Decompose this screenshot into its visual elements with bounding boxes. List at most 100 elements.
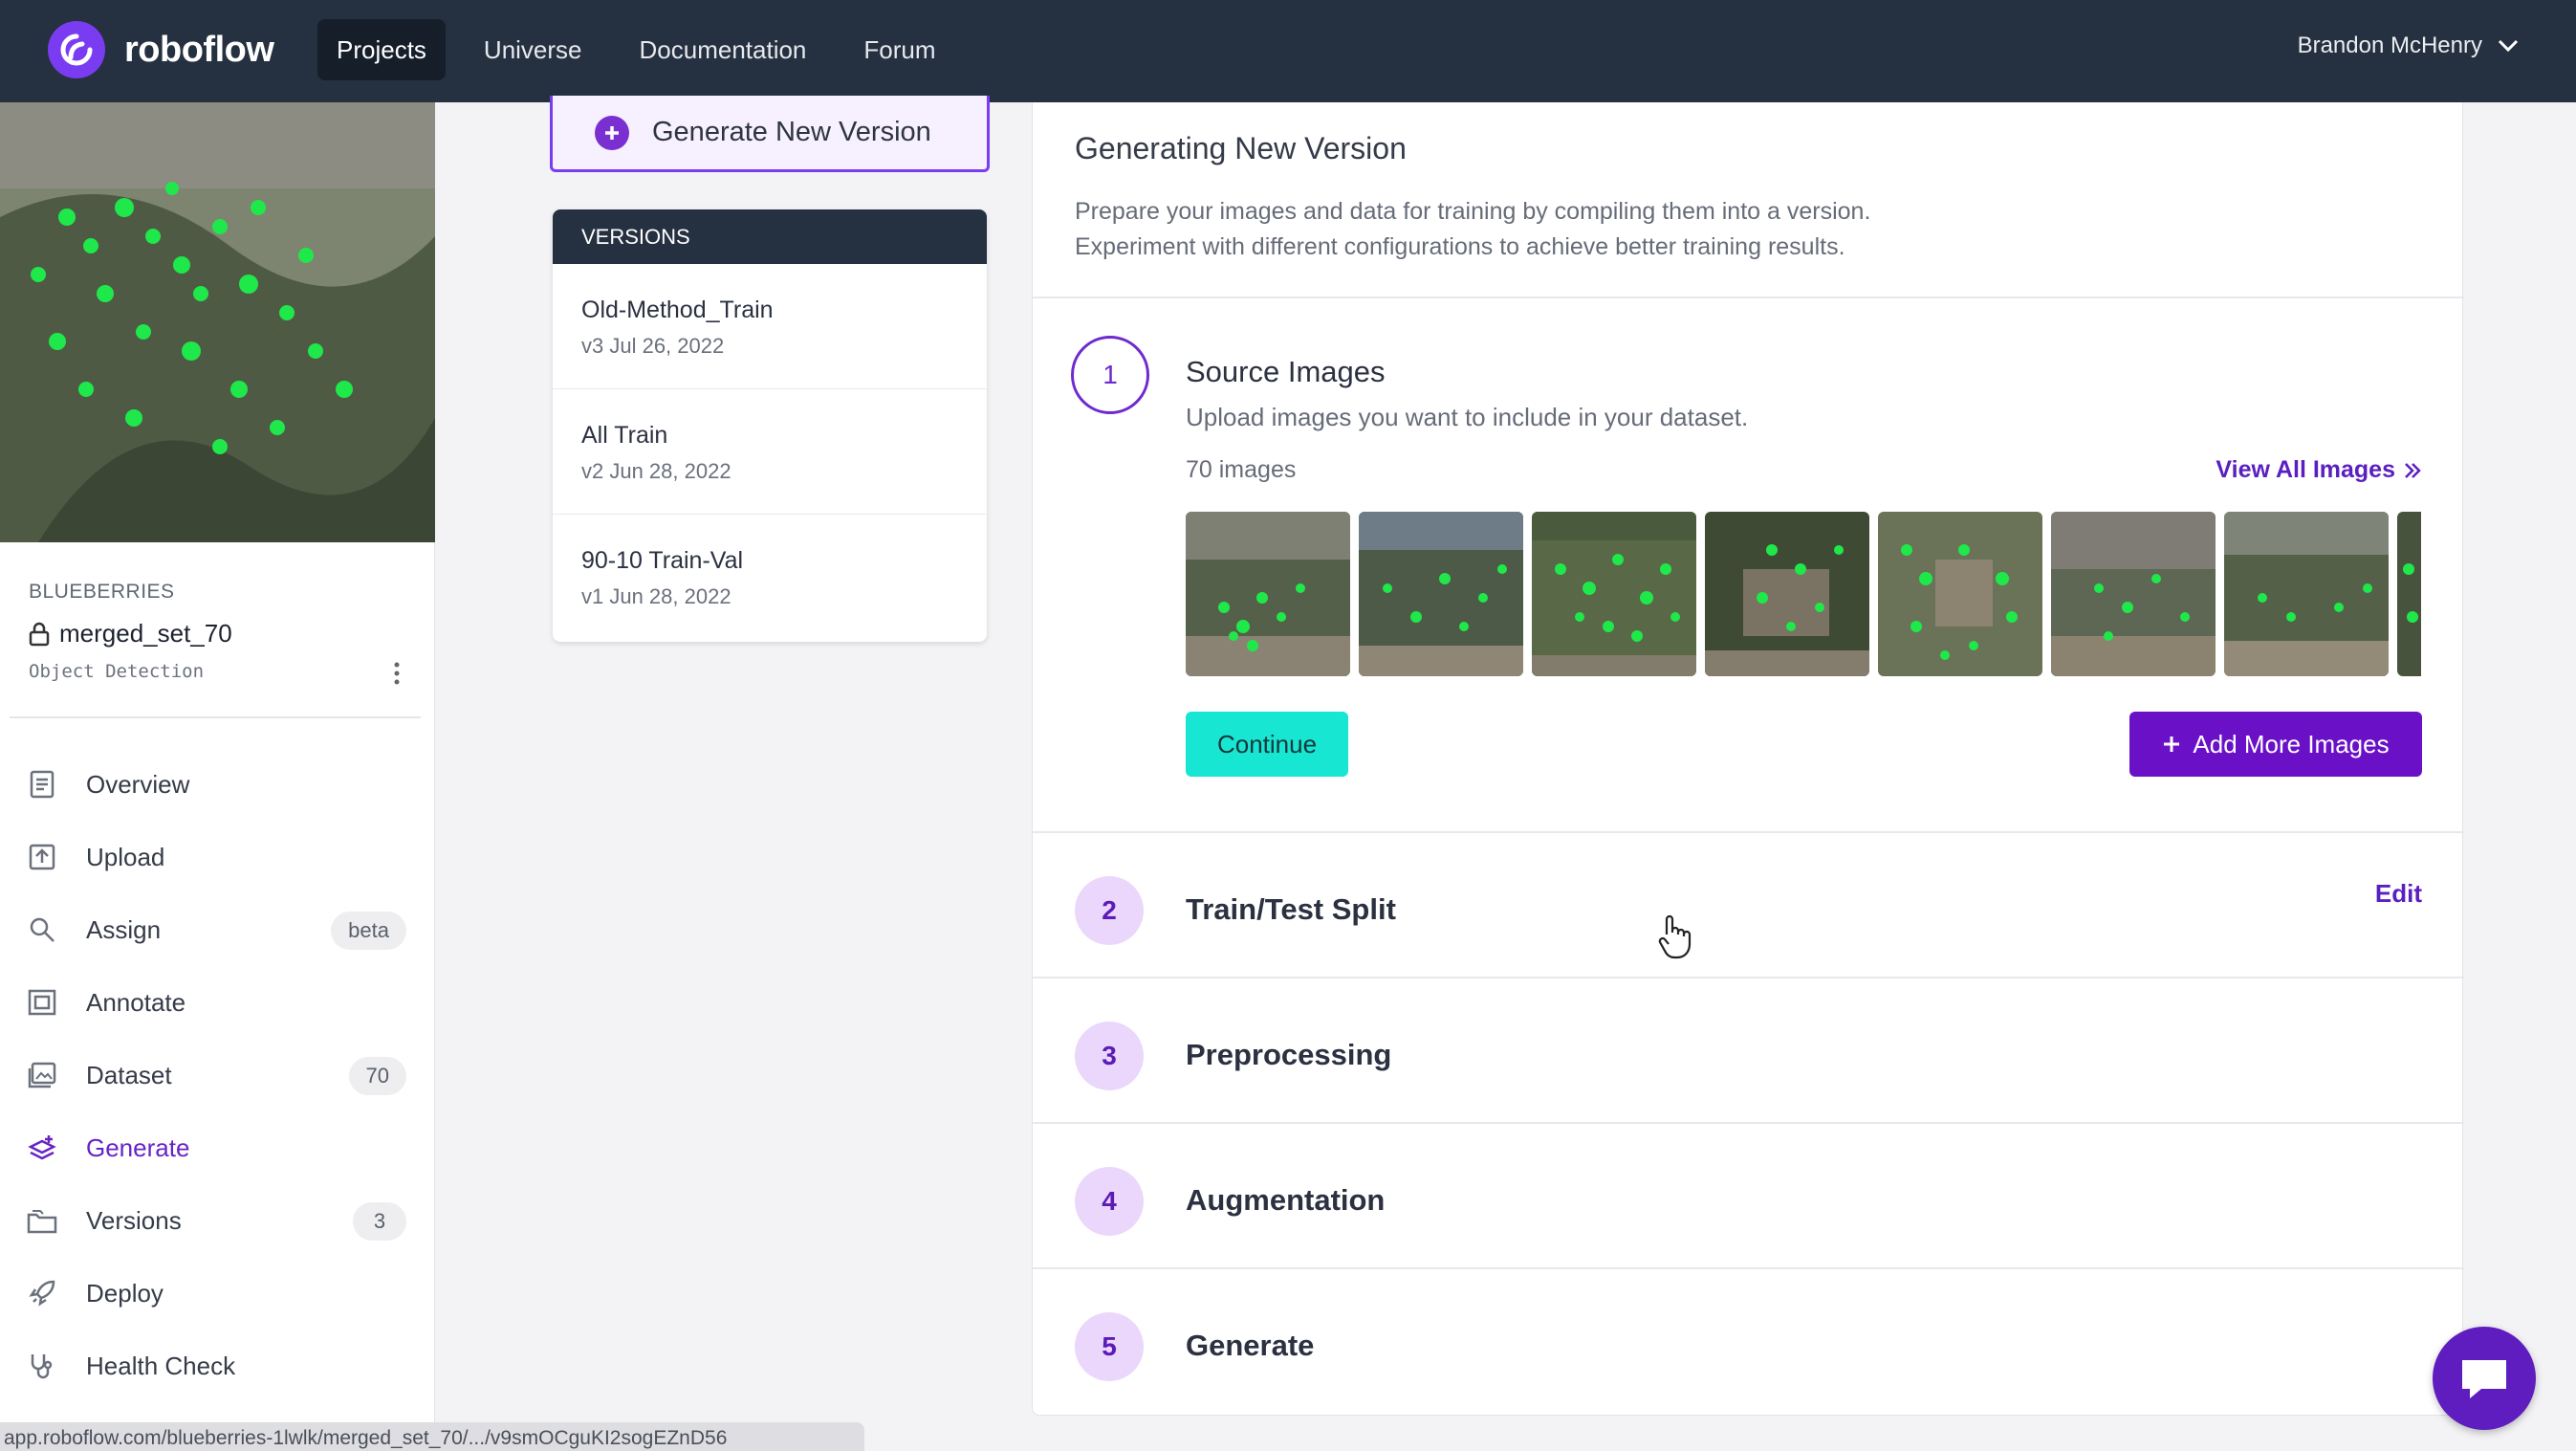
description-line-2: Experiment with different configurations… (1075, 233, 1845, 260)
version-name: All Train (581, 422, 668, 449)
generate-version-panel: Generating New Version Prepare your imag… (1032, 102, 2464, 1416)
step-4-title[interactable]: Augmentation (1186, 1183, 1385, 1218)
project-thumbnail (0, 102, 435, 542)
project-category: BLUEBERRIES (29, 581, 175, 603)
generate-icon (27, 1132, 57, 1163)
step-5-title[interactable]: Generate (1186, 1329, 1314, 1363)
chevron-down-icon (2498, 39, 2519, 53)
image-thumbnail[interactable] (2397, 512, 2421, 676)
sidebar-item-label: Versions (86, 1205, 182, 1235)
project-name: merged_set_70 (59, 619, 232, 648)
image-thumbnail[interactable] (2224, 512, 2389, 676)
step-1-title: Source Images (1186, 355, 1386, 388)
sidebar-item-label: Health Check (86, 1351, 236, 1380)
search-icon (27, 914, 57, 945)
section-divider (1033, 297, 2464, 298)
continue-button[interactable]: Continue (1186, 712, 1348, 777)
sidebar-item-upload[interactable]: Upload (0, 821, 435, 893)
sidebar-item-label: Overview (86, 769, 190, 799)
roboflow-logo[interactable]: roboflow (48, 21, 274, 78)
image-thumbnail[interactable] (1186, 512, 1350, 676)
roboflow-logo-icon (48, 21, 105, 78)
top-navbar: roboflow Projects Universe Documentation… (0, 0, 2576, 102)
version-item-v1[interactable]: 90-10 Train-Val v1 Jun 28, 2022 (553, 515, 987, 640)
step-1-circle: 1 (1071, 336, 1149, 414)
view-all-images-link[interactable]: View All Images (2216, 456, 2422, 484)
versions-count-badge: 3 (353, 1202, 406, 1241)
plus-icon (2164, 736, 2180, 752)
version-item-v2[interactable]: All Train v2 Jun 28, 2022 (553, 389, 987, 515)
step-5-circle: 5 (1075, 1312, 1144, 1381)
section-divider (1033, 1267, 2464, 1269)
version-item-v3[interactable]: Old-Method_Train v3 Jul 26, 2022 (553, 264, 987, 389)
dataset-count-badge: 70 (348, 1057, 406, 1095)
image-count: 70 images (1186, 456, 1297, 483)
dataset-icon (27, 1060, 57, 1090)
lock-icon (29, 622, 50, 646)
sidebar-item-annotate[interactable]: Annotate (0, 966, 435, 1039)
nav-forum[interactable]: Forum (844, 19, 954, 80)
image-thumbnail[interactable] (2051, 512, 2216, 676)
stethoscope-icon (27, 1351, 57, 1381)
project-name-row: merged_set_70 (29, 619, 232, 649)
sidebar-item-label: Deploy (86, 1278, 164, 1308)
hand-cursor-icon (1657, 913, 1695, 966)
sidebar-item-versions[interactable]: Versions 3 (0, 1184, 435, 1257)
sidebar-item-label: Dataset (86, 1060, 172, 1089)
version-meta: v3 Jul 26, 2022 (581, 334, 725, 358)
project-sidebar: BLUEBERRIES merged_set_70 Object Detecti… (0, 102, 435, 1451)
page-title: Generating New Version (1075, 131, 1407, 165)
sidebar-item-label: Upload (86, 842, 165, 871)
sidebar-item-overview[interactable]: Overview (0, 748, 435, 821)
nav-universe[interactable]: Universe (465, 19, 601, 80)
sidebar-item-label: Assign (86, 914, 162, 944)
image-thumbnail[interactable] (1705, 512, 1869, 676)
sidebar-item-health-check[interactable]: Health Check (0, 1330, 435, 1402)
version-meta: v2 Jun 28, 2022 (581, 459, 731, 483)
image-thumbnail[interactable] (1878, 512, 2042, 676)
image-thumbnail[interactable] (1532, 512, 1696, 676)
image-thumbnail[interactable] (1359, 512, 1523, 676)
sidebar-item-generate[interactable]: Generate (0, 1111, 435, 1184)
nav-documentation[interactable]: Documentation (621, 19, 826, 80)
step-2-title[interactable]: Train/Test Split (1186, 892, 1396, 927)
version-name: 90-10 Train-Val (581, 547, 744, 574)
step-4-circle: 4 (1075, 1167, 1144, 1236)
sidebar-item-label: Generate (86, 1132, 190, 1162)
step-1-subtitle: Upload images you want to include in you… (1186, 403, 1749, 431)
sidebar-item-assign[interactable]: Assign beta (0, 893, 435, 966)
plus-circle-icon (595, 115, 629, 150)
add-more-images-button[interactable]: Add More Images (2129, 712, 2422, 777)
main-nav: Projects Universe Documentation Forum (317, 19, 955, 80)
beta-badge: beta (331, 912, 406, 950)
sidebar-item-label: Annotate (86, 987, 186, 1017)
generate-new-version-label: Generate New Version (652, 117, 931, 147)
project-type: Object Detection (29, 661, 205, 682)
step-3-title[interactable]: Preprocessing (1186, 1038, 1391, 1072)
user-menu[interactable]: Brandon McHenry (2298, 33, 2519, 59)
upload-icon (27, 842, 57, 872)
user-name: Brandon McHenry (2297, 33, 2482, 58)
page-description: Prepare your images and data for trainin… (1075, 194, 1870, 265)
add-more-images-label: Add More Images (2193, 729, 2390, 758)
edit-split-link[interactable]: Edit (2375, 879, 2422, 909)
section-divider (1033, 831, 2464, 833)
nav-projects[interactable]: Projects (317, 19, 446, 80)
sidebar-divider (10, 716, 421, 718)
section-divider (1033, 1122, 2464, 1124)
overview-icon (27, 769, 57, 800)
generate-new-version-button[interactable]: Generate New Version (550, 96, 990, 172)
versions-header: VERSIONS (553, 209, 987, 264)
chat-icon (2462, 1360, 2506, 1398)
chat-button[interactable] (2433, 1327, 2536, 1430)
step-3-circle: 3 (1075, 1022, 1144, 1090)
section-divider (1033, 977, 2464, 978)
version-name: Old-Method_Train (581, 297, 774, 323)
versions-list: VERSIONS Old-Method_Train v3 Jul 26, 202… (553, 209, 987, 642)
sidebar-item-dataset[interactable]: Dataset 70 (0, 1039, 435, 1111)
view-all-images-label: View All Images (2216, 456, 2395, 483)
kebab-menu-icon[interactable] (382, 659, 411, 688)
sidebar-nav: Overview Upload Assign beta Annotate Dat… (0, 748, 435, 1402)
sidebar-item-deploy[interactable]: Deploy (0, 1257, 435, 1330)
double-chevron-right-icon (2405, 462, 2421, 478)
